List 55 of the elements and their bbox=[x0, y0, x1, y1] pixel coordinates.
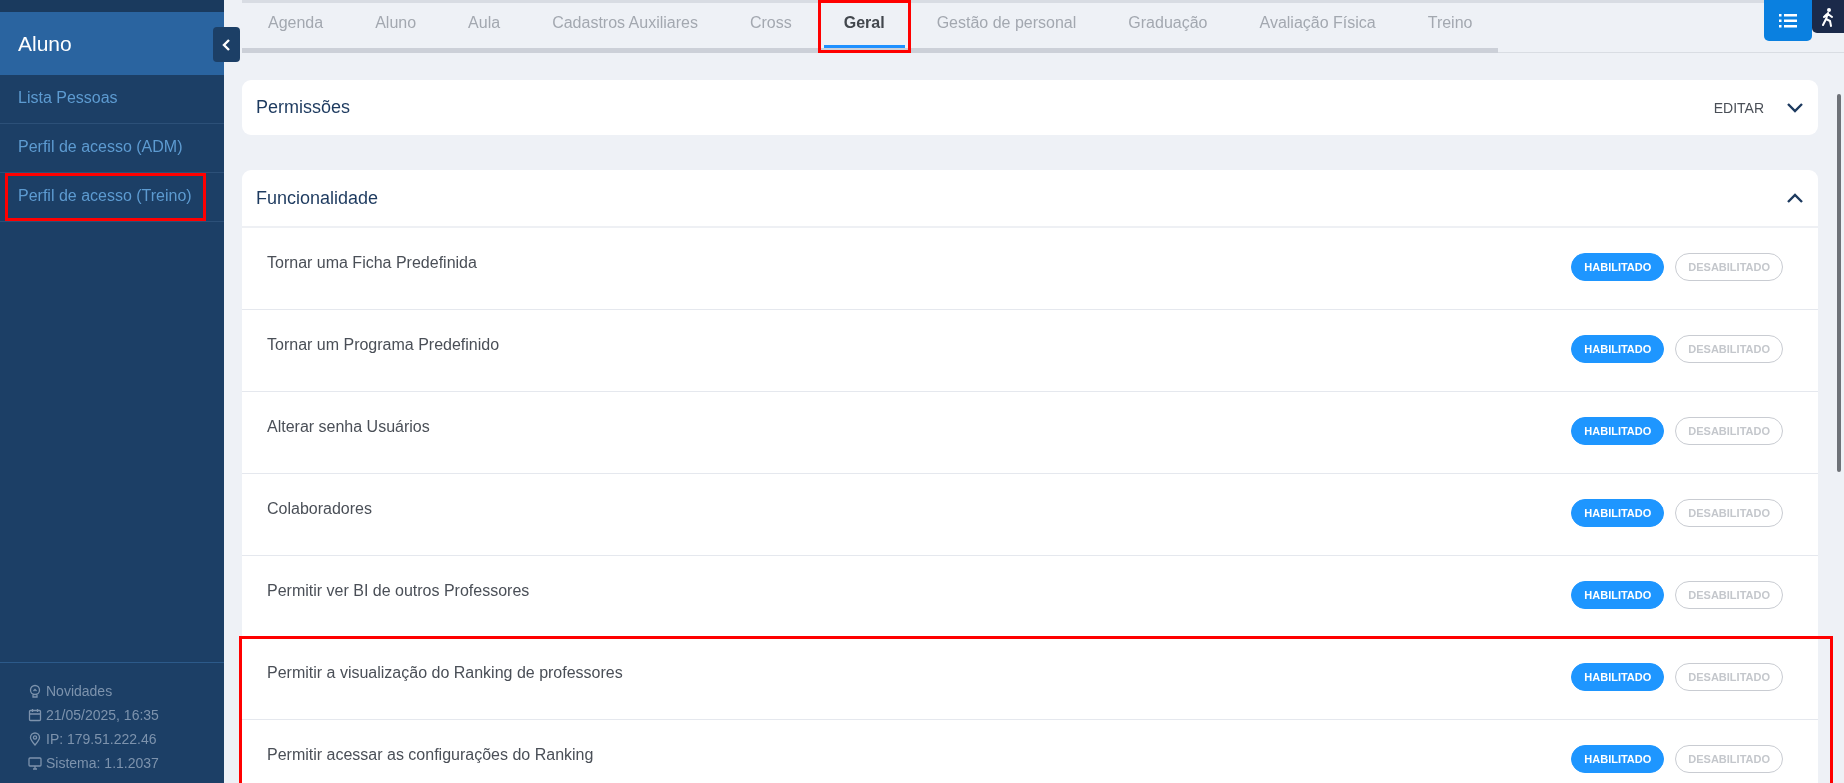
toggle-option[interactable]: DESABILITADO bbox=[1675, 663, 1783, 691]
tab[interactable]: Agenda bbox=[242, 3, 350, 48]
toggle-option[interactable]: HABILITADO bbox=[1571, 499, 1665, 527]
tab[interactable]: Avaliação Física bbox=[1233, 3, 1402, 48]
toggle-option[interactable]: HABILITADO bbox=[1571, 335, 1665, 363]
list-icon bbox=[1779, 13, 1797, 28]
accessibility-button[interactable] bbox=[1812, 0, 1844, 33]
toggle-option[interactable]: HABILITADO bbox=[1571, 253, 1665, 281]
tab[interactable]: Treino bbox=[1401, 3, 1499, 48]
card-title: Funcionalidade bbox=[256, 187, 379, 209]
feature-label: Colaboradores bbox=[267, 500, 372, 519]
walking-person-icon bbox=[1821, 6, 1835, 27]
toggle-option[interactable]: DESABILITADO bbox=[1675, 745, 1783, 773]
tab[interactable]: Geral bbox=[817, 3, 911, 48]
footer-text: Novidades bbox=[46, 683, 113, 699]
toggle-option[interactable]: DESABILITADO bbox=[1675, 581, 1783, 609]
feature-label: Permitir ver BI de outros Professores bbox=[267, 582, 530, 601]
footer-text: 21/05/2025, 16:35 bbox=[46, 707, 159, 723]
tab[interactable]: Graduação bbox=[1102, 3, 1234, 48]
card-title: Permissões bbox=[256, 97, 351, 118]
footer-text: Sistema: 1.1.2037 bbox=[46, 755, 159, 771]
tab[interactable]: Gestão de personal bbox=[910, 3, 1103, 48]
lightbulb-icon bbox=[28, 684, 42, 698]
toggle-option[interactable]: HABILITADO bbox=[1571, 663, 1665, 691]
tab[interactable]: Aula bbox=[442, 3, 527, 48]
tab[interactable]: Cadastros Auxiliares bbox=[526, 3, 724, 48]
toggle-option[interactable]: DESABILITADO bbox=[1675, 417, 1783, 445]
scrollbar[interactable] bbox=[1837, 94, 1841, 472]
feature-label: Tornar uma Ficha Predefinida bbox=[267, 254, 477, 273]
toggle-option[interactable]: DESABILITADO bbox=[1675, 335, 1783, 363]
toggle-option[interactable]: HABILITADO bbox=[1571, 581, 1665, 609]
toggle-option[interactable]: DESABILITADO bbox=[1675, 253, 1783, 281]
tab[interactable]: Aluno bbox=[349, 3, 443, 48]
collapse-button[interactable] bbox=[213, 27, 240, 62]
expand-toggle[interactable] bbox=[1786, 102, 1804, 113]
sidebar-item[interactable]: Lista Pessoas bbox=[0, 75, 224, 124]
monitor-icon bbox=[28, 756, 42, 770]
feature-label: Tornar um Programa Predefinido bbox=[267, 336, 500, 355]
toggle-option[interactable]: HABILITADO bbox=[1571, 417, 1665, 445]
toggle-option[interactable]: HABILITADO bbox=[1571, 745, 1665, 773]
toggle-option[interactable]: DESABILITADO bbox=[1675, 499, 1783, 527]
sidebar-item[interactable]: Perfil de acesso (Treino) bbox=[0, 173, 224, 222]
sidebar-item[interactable]: Perfil de acesso (ADM) bbox=[0, 124, 224, 173]
collapse-toggle[interactable] bbox=[1786, 192, 1804, 204]
sidebar-title: Aluno bbox=[18, 31, 72, 56]
calendar-icon bbox=[28, 708, 42, 722]
edit-button[interactable]: EDITAR bbox=[1713, 99, 1764, 116]
feature-label: Permitir a visualização do Ranking de professores bbox=[267, 664, 623, 683]
menu-button[interactable] bbox=[1764, 0, 1812, 41]
feature-label: Permitir acessar as configurações do Ranking bbox=[267, 746, 594, 765]
feature-label: Alterar senha Usuários bbox=[267, 418, 430, 437]
location-pin-icon bbox=[28, 732, 42, 746]
tab[interactable]: Cross bbox=[723, 3, 818, 48]
footer-text: IP: 179.51.222.46 bbox=[46, 731, 157, 747]
chevron-left-icon bbox=[220, 37, 233, 52]
